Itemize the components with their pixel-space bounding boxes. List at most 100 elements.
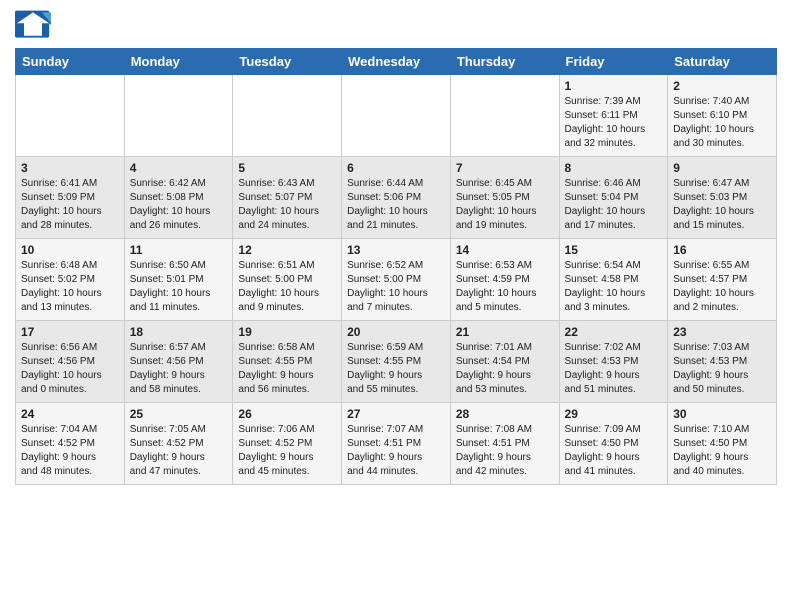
day-number: 13 [347,243,445,257]
day-number: 27 [347,407,445,421]
day-info: Sunrise: 7:10 AM Sunset: 4:50 PM Dayligh… [673,423,771,479]
weekday-header: Tuesday [233,49,342,75]
day-number: 18 [130,325,228,339]
day-info: Sunrise: 6:54 AM Sunset: 4:58 PM Dayligh… [565,259,663,315]
day-number: 2 [673,79,771,93]
day-info: Sunrise: 7:08 AM Sunset: 4:51 PM Dayligh… [456,423,554,479]
calendar-cell: 6 Sunrise: 6:44 AM Sunset: 5:06 PM Daylig… [342,157,451,239]
day-info: Sunrise: 6:58 AM Sunset: 4:55 PM Dayligh… [238,341,336,397]
day-info: Sunrise: 7:01 AM Sunset: 4:54 PM Dayligh… [456,341,554,397]
day-number: 11 [130,243,228,257]
day-info: Sunrise: 6:42 AM Sunset: 5:08 PM Dayligh… [130,177,228,233]
calendar-cell [450,75,559,157]
calendar-cell [124,75,233,157]
calendar-cell: 4 Sunrise: 6:42 AM Sunset: 5:08 PM Daylig… [124,157,233,239]
calendar-cell: 18Sunrise: 6:57 AM Sunset: 4:56 PM Dayli… [124,321,233,403]
day-number: 5 [238,161,336,175]
day-info: Sunrise: 6:55 AM Sunset: 4:57 PM Dayligh… [673,259,771,315]
calendar-cell: 28 Sunrise: 7:08 AM Sunset: 4:51 PM Dayli… [450,403,559,485]
calendar-cell: 3 Sunrise: 6:41 AM Sunset: 5:09 PM Daylig… [16,157,125,239]
day-info: Sunrise: 7:40 AM Sunset: 6:10 PM Dayligh… [673,95,771,151]
day-number: 6 [347,161,445,175]
logo [15,10,55,40]
day-info: Sunrise: 6:44 AM Sunset: 5:06 PM Dayligh… [347,177,445,233]
day-info: Sunrise: 6:51 AM Sunset: 5:00 PM Dayligh… [238,259,336,315]
weekday-header: Saturday [668,49,777,75]
calendar-cell [16,75,125,157]
day-info: Sunrise: 7:05 AM Sunset: 4:52 PM Dayligh… [130,423,228,479]
calendar-row: 10Sunrise: 6:48 AM Sunset: 5:02 PM Dayli… [16,239,777,321]
calendar-cell: 25 Sunrise: 7:05 AM Sunset: 4:52 PM Dayli… [124,403,233,485]
day-number: 1 [565,79,663,93]
day-info: Sunrise: 7:07 AM Sunset: 4:51 PM Dayligh… [347,423,445,479]
calendar-cell: 17 Sunrise: 6:56 AM Sunset: 4:56 PM Dayli… [16,321,125,403]
calendar-cell: 2 Sunrise: 7:40 AM Sunset: 6:10 PM Daylig… [668,75,777,157]
calendar-cell: 1 Sunrise: 7:39 AM Sunset: 6:11 PM Daylig… [559,75,668,157]
day-number: 16 [673,243,771,257]
day-info: Sunrise: 7:03 AM Sunset: 4:53 PM Dayligh… [673,341,771,397]
calendar-cell: 5 Sunrise: 6:43 AM Sunset: 5:07 PM Daylig… [233,157,342,239]
day-number: 9 [673,161,771,175]
day-number: 20 [347,325,445,339]
day-number: 14 [456,243,554,257]
page-header [15,10,777,40]
calendar-cell [342,75,451,157]
calendar-cell: 27 Sunrise: 7:07 AM Sunset: 4:51 PM Dayli… [342,403,451,485]
calendar-cell: 9 Sunrise: 6:47 AM Sunset: 5:03 PM Daylig… [668,157,777,239]
logo-icon [15,10,51,40]
day-info: Sunrise: 6:52 AM Sunset: 5:00 PM Dayligh… [347,259,445,315]
day-number: 28 [456,407,554,421]
calendar-cell: 14 Sunrise: 6:53 AM Sunset: 4:59 PM Dayli… [450,239,559,321]
calendar-cell: 15 Sunrise: 6:54 AM Sunset: 4:58 PM Dayli… [559,239,668,321]
day-info: Sunrise: 6:50 AM Sunset: 5:01 PM Dayligh… [130,259,228,315]
day-info: Sunrise: 7:39 AM Sunset: 6:11 PM Dayligh… [565,95,663,151]
day-number: 25 [130,407,228,421]
day-info: Sunrise: 6:41 AM Sunset: 5:09 PM Dayligh… [21,177,119,233]
calendar-cell [233,75,342,157]
calendar-cell: 16 Sunrise: 6:55 AM Sunset: 4:57 PM Dayli… [668,239,777,321]
day-number: 7 [456,161,554,175]
weekday-header: Friday [559,49,668,75]
day-number: 26 [238,407,336,421]
day-info: Sunrise: 7:02 AM Sunset: 4:53 PM Dayligh… [565,341,663,397]
day-number: 15 [565,243,663,257]
calendar-cell: 19Sunrise: 6:58 AM Sunset: 4:55 PM Dayli… [233,321,342,403]
weekday-header: Wednesday [342,49,451,75]
calendar-row: 24Sunrise: 7:04 AM Sunset: 4:52 PM Dayli… [16,403,777,485]
calendar-cell: 21 Sunrise: 7:01 AM Sunset: 4:54 PM Dayli… [450,321,559,403]
day-info: Sunrise: 6:59 AM Sunset: 4:55 PM Dayligh… [347,341,445,397]
day-info: Sunrise: 6:47 AM Sunset: 5:03 PM Dayligh… [673,177,771,233]
day-info: Sunrise: 7:09 AM Sunset: 4:50 PM Dayligh… [565,423,663,479]
calendar-cell: 11 Sunrise: 6:50 AM Sunset: 5:01 PM Dayli… [124,239,233,321]
day-number: 23 [673,325,771,339]
calendar-row: 3 Sunrise: 6:41 AM Sunset: 5:09 PM Daylig… [16,157,777,239]
calendar-cell: 8Sunrise: 6:46 AM Sunset: 5:04 PM Daylig… [559,157,668,239]
day-info: Sunrise: 6:46 AM Sunset: 5:04 PM Dayligh… [565,177,663,233]
day-info: Sunrise: 6:48 AM Sunset: 5:02 PM Dayligh… [21,259,119,315]
weekday-header: Thursday [450,49,559,75]
day-number: 3 [21,161,119,175]
day-number: 12 [238,243,336,257]
calendar-cell: 20 Sunrise: 6:59 AM Sunset: 4:55 PM Dayli… [342,321,451,403]
calendar-cell: 24Sunrise: 7:04 AM Sunset: 4:52 PM Dayli… [16,403,125,485]
weekday-header: Sunday [16,49,125,75]
day-info: Sunrise: 7:06 AM Sunset: 4:52 PM Dayligh… [238,423,336,479]
day-number: 29 [565,407,663,421]
day-number: 30 [673,407,771,421]
day-number: 17 [21,325,119,339]
day-info: Sunrise: 6:43 AM Sunset: 5:07 PM Dayligh… [238,177,336,233]
day-number: 4 [130,161,228,175]
day-info: Sunrise: 6:45 AM Sunset: 5:05 PM Dayligh… [456,177,554,233]
calendar-cell: 10Sunrise: 6:48 AM Sunset: 5:02 PM Dayli… [16,239,125,321]
calendar-cell: 26 Sunrise: 7:06 AM Sunset: 4:52 PM Dayli… [233,403,342,485]
day-info: Sunrise: 6:53 AM Sunset: 4:59 PM Dayligh… [456,259,554,315]
calendar-body: 1 Sunrise: 7:39 AM Sunset: 6:11 PM Daylig… [16,75,777,485]
day-info: Sunrise: 6:56 AM Sunset: 4:56 PM Dayligh… [21,341,119,397]
day-number: 22 [565,325,663,339]
calendar-cell: 22 Sunrise: 7:02 AM Sunset: 4:53 PM Dayli… [559,321,668,403]
day-number: 21 [456,325,554,339]
day-info: Sunrise: 7:04 AM Sunset: 4:52 PM Dayligh… [21,423,119,479]
calendar-cell: 29 Sunrise: 7:09 AM Sunset: 4:50 PM Dayli… [559,403,668,485]
calendar-cell: 7 Sunrise: 6:45 AM Sunset: 5:05 PM Daylig… [450,157,559,239]
weekday-header: Monday [124,49,233,75]
